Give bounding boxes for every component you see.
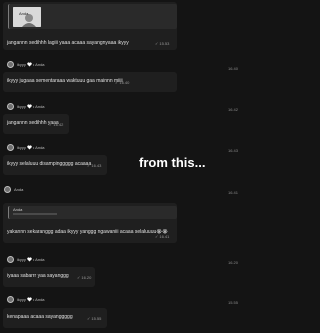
row-timestamp: 16.41: [227, 190, 238, 195]
sender-line: ikyyy • Anda: [17, 257, 45, 262]
message-text: ikyyy jugaaa sementaraaa waktuuu gaa mai…: [7, 78, 123, 84]
quoted-message[interactable]: Anda: [8, 206, 177, 219]
message-time: ✓16.40: [115, 80, 130, 85]
read-check-icon: ✓: [49, 122, 53, 127]
message-text: ikyyy selaluuu disampinggggg acaaaa: [7, 161, 92, 167]
message-time: ✓15.53: [155, 41, 170, 46]
message-text: kenapaaa acaaa sayanggggg: [7, 314, 73, 320]
heart-icon: [27, 104, 32, 109]
avatar: [4, 186, 11, 193]
chat-screen: Anda jangannn sedihhh lagiii yaaa acaaa …: [0, 0, 250, 333]
message-body-6[interactable]: iyaaa sabarrr yaa sayanggg ✓16.20: [3, 267, 95, 287]
read-check-icon: ✓: [155, 234, 159, 239]
heart-icon: [27, 257, 32, 262]
message-time: ✓15.55: [87, 316, 102, 321]
message-body-2[interactable]: ikyyy jugaaa sementaraaa waktuuu gaa mai…: [3, 72, 177, 92]
read-check-icon: ✓: [77, 275, 81, 280]
sender-line: Anda: [14, 187, 24, 192]
message-time: ✓16.42: [49, 122, 64, 127]
sender-line: ikyyy • Anda: [17, 145, 45, 150]
read-check-icon: ✓: [87, 163, 91, 168]
row-timestamp: 16.42: [227, 107, 238, 112]
avatar: [7, 296, 14, 303]
read-check-icon: ✓: [115, 80, 119, 85]
quoted-message[interactable]: Anda: [8, 4, 177, 29]
heart-icon: [27, 297, 32, 302]
sender-line: ikyyy • Anda: [17, 297, 45, 302]
quote-author: Anda: [13, 207, 23, 212]
row-timestamp: 15.55: [227, 300, 238, 305]
read-check-icon: ✓: [155, 41, 159, 46]
message-time: ✓16.20: [77, 275, 92, 280]
quote-preview-line: [13, 213, 57, 215]
quote-author: Anda: [19, 11, 29, 16]
message-time: ✓16.43: [87, 163, 102, 168]
message-time: ✓16.41: [155, 234, 170, 239]
row-timestamp: 16.43: [227, 148, 238, 153]
message-text: iyaaa sabarrr yaa sayanggg: [7, 273, 69, 279]
photo-thumbnail: Anda: [13, 7, 41, 27]
avatar: [7, 61, 14, 68]
message-bubble-1[interactable]: Anda jangannn sedihhh lagiii yaaa acaaa …: [3, 2, 177, 50]
message-body-7[interactable]: kenapaaa acaaa sayanggggg ✓15.55: [3, 308, 107, 328]
message-text: jangannn sedihhh lagiii yaaa acaaa sayan…: [7, 40, 129, 46]
row-timestamp: 16.20: [227, 260, 238, 265]
row-timestamp: 16.40: [227, 66, 238, 71]
message-bubble-5[interactable]: Anda yakannn sekaranggg adaa ikyyy yangg…: [3, 203, 177, 243]
message-text: yakannn sekaranggg adaa ikyyy yanggg nga…: [7, 229, 168, 235]
sender-line: ikyyy • Anda: [17, 62, 45, 67]
message-body-4[interactable]: ikyyy selaluuu disampinggggg acaaaa ✓16.…: [3, 155, 107, 175]
message-body-3[interactable]: jangannn sedihhh yaaa ✓16.42: [3, 114, 69, 134]
read-check-icon: ✓: [87, 316, 91, 321]
avatar: [7, 103, 14, 110]
photo-icon: [13, 7, 41, 27]
avatar: [7, 256, 14, 263]
avatar: [7, 144, 14, 151]
sender-line: ikyyy • Anda: [17, 104, 45, 109]
heart-icon: [27, 145, 32, 150]
heart-icon: [27, 62, 32, 67]
